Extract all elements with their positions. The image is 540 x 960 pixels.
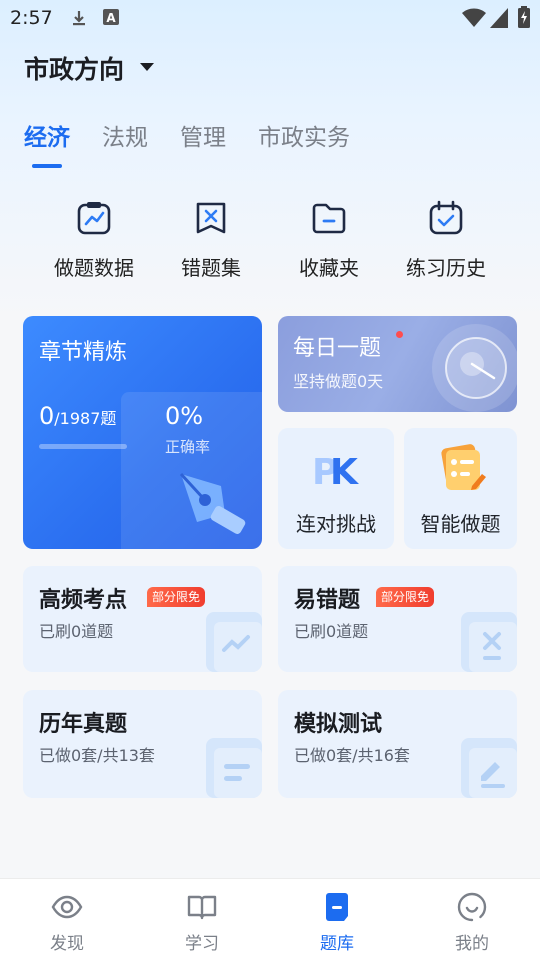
pen-nib-icon [179,472,246,534]
shortcut-label: 错题集 [181,256,241,280]
daily-question-card[interactable]: 每日一题 坚持做题0天 [278,316,517,412]
mock-test-progress: 已做0套/共16套 [294,746,410,765]
download-icon [70,9,88,31]
past-exams-progress: 已做0套/共13套 [39,746,155,765]
nav-discover[interactable]: 发现 [27,891,107,954]
tab-management[interactable]: 管理 [180,118,226,152]
chapter-progress-bar [39,444,127,449]
svg-text:K: K [330,452,359,490]
error-prone-progress: 已刷0道题 [294,622,369,641]
clock-icon [432,324,517,412]
battery-icon [518,6,530,32]
calendar-check-icon [429,200,463,235]
wrong-bookmark-icon [196,202,226,234]
active-tab-indicator [32,164,62,168]
status-time: 2:57 [10,7,53,29]
nav-profile[interactable]: 我的 [432,891,512,954]
nav-label: 我的 [455,934,489,954]
smart-practice-card[interactable]: 智能做题 [404,428,517,549]
profile-icon [457,892,487,922]
past-exams-title: 历年真题 [39,712,128,737]
pk-icon: P K [312,452,359,490]
tab-economy[interactable]: 经济 [24,118,70,152]
discover-icon [51,895,83,919]
error-prone-card[interactable]: 易错题 部分限免 已刷0道题 [278,566,517,672]
wifi-icon [462,8,486,32]
nav-question-bank[interactable]: 题库 [297,891,377,954]
tab-regulations[interactable]: 法规 [102,118,148,152]
question-bank-icon [326,893,348,921]
book-icon [187,895,217,920]
shortcut-practice-history[interactable]: 练习历史 [396,200,496,290]
trend-chart-icon [206,612,262,672]
shortcut-label: 练习历史 [406,256,486,280]
high-frequency-card[interactable]: 高频考点 部分限免 已刷0道题 [23,566,262,672]
chapter-practice-card[interactable]: 章节精炼 0/1987题 0% 正确率 [23,316,262,549]
folder-icon [312,203,346,234]
smart-practice-label: 智能做题 [420,512,501,536]
shortcut-practice-data[interactable]: 做题数据 [44,200,144,290]
text-a-icon: A [103,9,119,29]
signal-icon [490,8,508,32]
edit-pen-icon [461,738,517,798]
daily-title: 每日一题 [293,336,382,361]
accuracy-label: 正确率 [165,438,211,456]
error-prone-title: 易错题 [294,588,361,613]
streak-challenge-label: 连对挑战 [296,512,376,536]
status-bar: 2:57 A [0,0,540,38]
chapter-progress-count: 0/1987题 [39,402,116,430]
streak-challenge-card[interactable]: P K 连对挑战 [278,428,394,549]
past-exams-card[interactable]: 历年真题 已做0套/共13套 [23,690,262,798]
nav-label: 学习 [185,934,219,954]
nav-label: 发现 [50,934,84,954]
high-frequency-progress: 已刷0道题 [39,622,114,641]
caret-down-icon[interactable] [140,63,154,71]
high-frequency-title: 高频考点 [39,588,128,613]
shortcut-label: 做题数据 [54,256,134,280]
shortcut-wrong-questions[interactable]: 错题集 [161,200,261,290]
direction-selector[interactable]: 市政方向 [24,50,124,86]
chapter-title: 章节精炼 [39,340,128,365]
smart-checklist-icon [441,444,486,490]
svg-text:A: A [106,11,116,25]
document-lines-icon [206,738,262,798]
bottom-navigation: 发现 学习 题库 我的 [0,878,540,960]
chapter-total: /1987题 [54,409,117,428]
partial-free-badge: 部分限免 [376,587,435,607]
chapter-done: 0 [39,402,55,430]
partial-free-badge: 部分限免 [147,587,206,607]
notification-dot [396,331,403,338]
mock-test-card[interactable]: 模拟测试 已做0套/共16套 [278,690,517,798]
nav-label: 题库 [320,934,354,954]
chart-board-icon [77,202,111,235]
shortcut-label: 收藏夹 [299,256,359,280]
shortcut-favorites[interactable]: 收藏夹 [279,200,379,290]
accuracy-value: 0% [165,402,204,430]
tab-municipal-practice[interactable]: 市政实务 [258,118,350,152]
mock-test-title: 模拟测试 [294,712,383,737]
daily-streak: 坚持做题0天 [293,372,384,391]
nav-study[interactable]: 学习 [162,891,242,954]
cross-mark-icon [461,612,517,672]
